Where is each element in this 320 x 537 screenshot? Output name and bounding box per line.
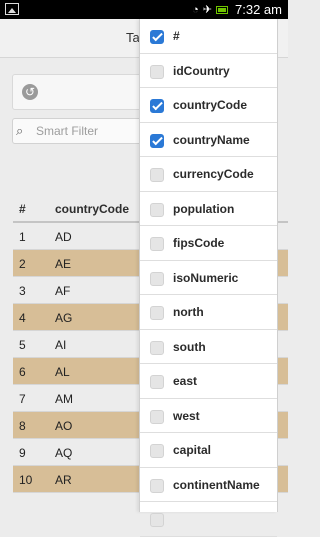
row-number: 4 <box>19 311 26 325</box>
row-number: 2 <box>19 257 26 271</box>
menu-item-column-toggle[interactable]: fipsCode <box>140 226 277 261</box>
checkbox-icon[interactable] <box>150 444 164 458</box>
menu-item-column-toggle[interactable] <box>140 502 277 537</box>
menu-item-label: isoNumeric <box>173 270 239 285</box>
country-code-cell: AE <box>55 257 72 271</box>
row-number: 1 <box>19 230 26 244</box>
checkbox-icon[interactable] <box>150 340 164 355</box>
row-number: 7 <box>19 392 26 406</box>
menu-item-column-toggle[interactable]: currencyCode <box>140 157 277 192</box>
menu-item-column-toggle[interactable]: east <box>140 364 277 399</box>
country-code-cell: AL <box>55 365 70 379</box>
battery-icon <box>216 5 228 14</box>
page-title: Ta <box>126 30 140 45</box>
column-header-country-code[interactable]: countryCode <box>55 202 129 216</box>
wifi-icon: ◔ <box>192 3 199 16</box>
row-number: 6 <box>19 365 26 379</box>
menu-item-column-toggle[interactable]: isoNumeric <box>140 261 277 295</box>
row-number: 8 <box>19 419 26 433</box>
checkbox-icon[interactable] <box>150 237 164 251</box>
checked-checkbox-icon[interactable] <box>150 30 164 44</box>
checked-checkbox-icon[interactable] <box>150 99 164 113</box>
checkbox-icon[interactable] <box>150 271 164 286</box>
toolbar: ↺ <box>12 74 142 110</box>
country-code-cell: AG <box>55 311 73 325</box>
checkbox-icon[interactable] <box>150 513 164 527</box>
country-code-cell: AD <box>55 230 72 244</box>
menu-item-label: idCountry <box>173 63 230 78</box>
menu-item-label: east <box>173 374 198 388</box>
checkbox-icon[interactable] <box>150 168 164 182</box>
country-code-cell: AQ <box>55 446 73 460</box>
menu-item-column-toggle[interactable]: continentName <box>140 468 277 502</box>
row-number: 5 <box>19 338 26 352</box>
image-icon <box>5 3 19 15</box>
menu-item-label: continentName <box>173 477 260 492</box>
menu-item-label: currencyCode <box>173 167 254 181</box>
checkbox-icon[interactable] <box>150 375 164 389</box>
refresh-icon[interactable]: ↺ <box>22 84 38 100</box>
menu-item-column-toggle[interactable]: population <box>140 192 277 226</box>
column-header-number[interactable]: # <box>19 202 26 216</box>
row-number: 9 <box>19 446 26 460</box>
smart-filter-input[interactable]: ⌕ Smart Filter <box>12 118 142 144</box>
checked-checkbox-icon[interactable] <box>150 133 164 148</box>
menu-item-column-toggle[interactable]: capital <box>140 433 277 468</box>
menu-item-label: countryCode <box>173 98 248 112</box>
menu-item-label: population <box>173 201 235 216</box>
menu-item-label: # <box>173 29 180 43</box>
menu-item-column-toggle[interactable]: west <box>140 399 277 433</box>
menu-item-column-toggle[interactable]: # <box>140 19 277 54</box>
menu-item-label: countryName <box>173 132 250 147</box>
status-bar: ◔ ✈ 7:32 am <box>0 0 288 19</box>
search-icon: ⌕ <box>16 123 24 138</box>
clock: 7:32 am <box>235 2 282 17</box>
checkbox-icon[interactable] <box>150 409 164 424</box>
menu-item-column-toggle[interactable]: countryCode <box>140 88 277 123</box>
menu-item-label: west <box>173 408 200 423</box>
column-chooser-menu: # idCountry countryCode countryName currency… <box>139 19 278 537</box>
row-number: 3 <box>19 284 26 298</box>
menu-item-column-toggle[interactable]: countryName <box>140 123 277 157</box>
checkbox-icon[interactable] <box>150 64 164 79</box>
country-code-cell: AI <box>55 338 67 352</box>
checkbox-icon[interactable] <box>150 478 164 493</box>
status-icons: ◔ ✈ <box>192 2 228 17</box>
menu-item-label: fipsCode <box>173 236 225 250</box>
menu-item-label: north <box>173 305 204 319</box>
menu-item-column-toggle[interactable]: idCountry <box>140 54 277 88</box>
airplane-icon: ✈ <box>202 4 212 16</box>
country-code-cell: AO <box>55 419 73 433</box>
country-code-cell: AM <box>55 392 73 406</box>
country-code-cell: AF <box>55 284 71 298</box>
checkbox-icon[interactable] <box>150 306 164 320</box>
menu-item-label: capital <box>173 443 212 457</box>
row-number: 10 <box>19 473 33 487</box>
filter-placeholder: Smart Filter <box>36 124 99 138</box>
checkbox-icon[interactable] <box>150 202 164 217</box>
country-code-cell: AR <box>55 473 72 487</box>
menu-item-column-toggle[interactable]: north <box>140 295 277 330</box>
menu-item-column-toggle[interactable]: south <box>140 330 277 364</box>
menu-item-label: south <box>173 339 206 354</box>
